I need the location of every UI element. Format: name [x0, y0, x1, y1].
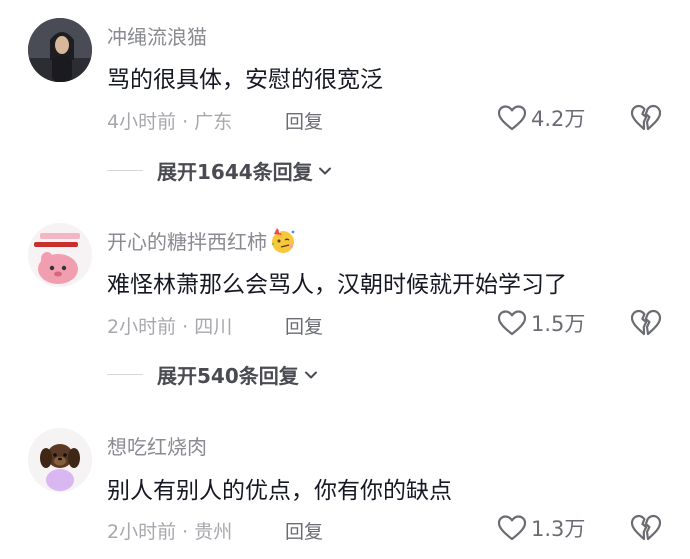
broken-heart-icon[interactable] [630, 513, 662, 543]
heart-icon [497, 310, 527, 336]
like-button[interactable]: 1.3万 [497, 513, 585, 543]
heart-icon [497, 105, 527, 131]
party-face-emoji-icon [271, 228, 295, 253]
puppy-avatar-icon [28, 428, 92, 492]
avatar[interactable] [28, 18, 92, 82]
broken-heart-icon[interactable] [630, 103, 662, 133]
expand-replies-label: 展开540条回复 [157, 364, 299, 388]
comment-text: 难怪林萧那么会骂人，汉朝时候就开始学习了 [107, 272, 567, 298]
comment-meta: 2小时前 · 贵州 [107, 521, 233, 543]
chevron-down-icon [318, 167, 331, 174]
reply-button[interactable]: 回复 [285, 312, 323, 339]
username-text: 开心的糖拌西红柿 [107, 230, 267, 254]
avatar[interactable] [28, 428, 92, 492]
divider [107, 374, 143, 375]
like-count: 1.5万 [531, 312, 586, 336]
expand-replies-button[interactable]: 展开1644条回复 [107, 156, 333, 185]
comment-text: 别人有别人的优点，你有你的缺点 [107, 478, 452, 504]
reply-button[interactable]: 回复 [285, 107, 323, 134]
expand-replies-label: 展开1644条回复 [157, 160, 313, 184]
expand-replies-button[interactable]: 展开540条回复 [107, 360, 319, 389]
reply-button[interactable]: 回复 [285, 517, 323, 544]
comment-username[interactable]: 想吃红烧肉 [107, 431, 207, 460]
pink-cartoon-avatar-icon [28, 223, 92, 287]
like-count: 4.2万 [531, 107, 586, 131]
divider [107, 170, 143, 171]
broken-heart-icon[interactable] [630, 308, 662, 338]
comment-username[interactable]: 开心的糖拌西红柿 [107, 226, 297, 255]
comment-username[interactable]: 冲绳流浪猫 [107, 21, 207, 50]
comment-meta: 2小时前 · 四川 [107, 316, 233, 338]
comment-text: 骂的很具体，安慰的很宽泛 [107, 67, 383, 93]
user-photo-avatar-icon [28, 18, 92, 82]
like-button[interactable]: 1.5万 [497, 308, 585, 338]
comment-meta: 4小时前 · 广东 [107, 111, 233, 133]
heart-icon [497, 515, 527, 541]
chevron-down-icon [304, 371, 317, 378]
like-button[interactable]: 4.2万 [497, 103, 585, 133]
avatar[interactable] [28, 223, 92, 287]
like-count: 1.3万 [531, 517, 586, 541]
